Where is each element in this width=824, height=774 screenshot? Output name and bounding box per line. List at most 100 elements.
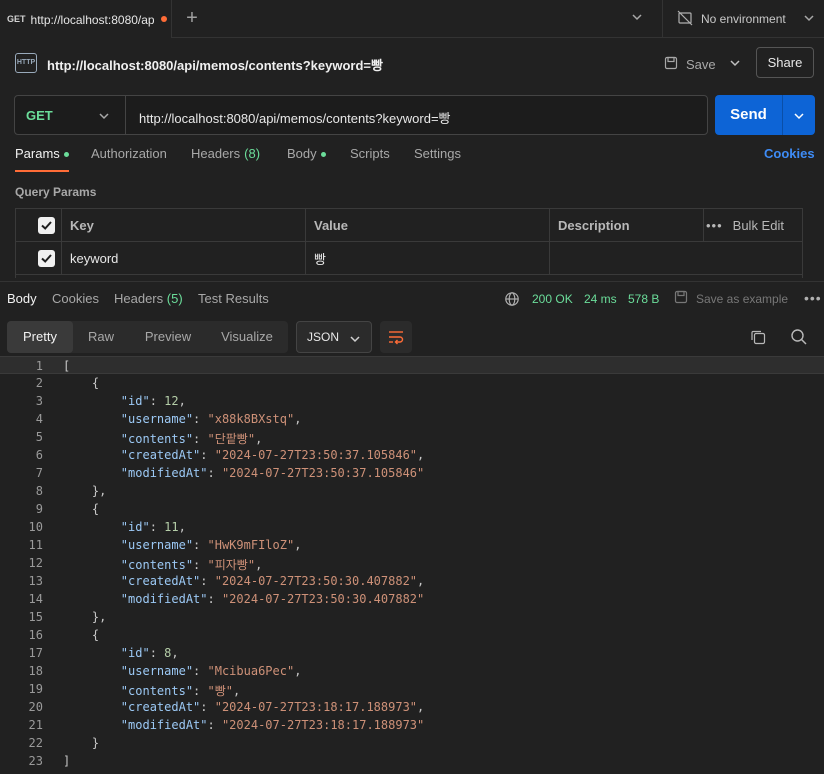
code-text: "contents": "단팥빵", [120,432,263,446]
tab-scripts[interactable]: Scripts [350,146,390,172]
json-key: "id" [120,520,150,534]
tab-params[interactable]: Params [15,146,69,172]
tab-settings-label: Settings [414,146,461,161]
json-key: "username" [120,412,194,426]
params-active-dot-icon [63,152,69,157]
tab-authorization[interactable]: Authorization [91,146,167,172]
code-text: "id": 11, [120,520,186,534]
code-line: 14 "modifiedAt": "2024-07-27T23:50:30.40… [0,590,824,608]
json-key: "modifiedAt" [120,718,208,732]
line-number: 1 [35,359,43,373]
save-button[interactable]: Save [664,53,716,75]
code-line: 5 "contents": "단팥빵", [0,428,824,446]
json-key: "createdAt" [120,574,201,588]
tab-body[interactable]: Body [287,146,326,172]
response-more-icon[interactable]: ••• [804,290,822,306]
code-line: 19 "contents": "빵", [0,680,824,698]
response-tab-headers-label: Headers [114,291,164,306]
line-number: 3 [35,394,43,408]
response-bar: Body Cookies Headers (5) Test Results 20… [0,281,824,315]
param-description[interactable] [550,242,802,274]
view-preview[interactable]: Preview [129,321,207,353]
code-line: 2 { [0,374,824,392]
code-line: 6 "createdAt": "2024-07-27T23:50:37.1058… [0,446,824,464]
json-value: "x88k8BXstq" [207,412,295,426]
environment-selector[interactable]: No environment [662,0,824,38]
code-text: }, [63,484,107,498]
response-tab-body[interactable]: Body [7,291,37,306]
response-tab-cookies[interactable]: Cookies [52,291,99,306]
format-select[interactable]: JSON [296,321,372,353]
line-number: 8 [35,484,43,498]
share-button[interactable]: Share [756,47,814,78]
json-key: "contents" [120,432,194,446]
code-text: "createdAt": "2024-07-27T23:50:37.105846… [120,448,425,462]
request-tab[interactable]: GET http://localhost:8080/api/memos/cont… [0,0,172,38]
http-icon: HTTP [15,53,37,73]
code-text: "username": "Mcibua6Pec", [120,664,302,678]
new-tab-plus-icon[interactable]: + [182,8,202,29]
response-tab-test-results[interactable]: Test Results [198,291,269,306]
code-text: "modifiedAt": "2024-07-27T23:50:30.40788… [120,592,425,606]
bulk-edit-button[interactable]: ••• Bulk Edit [706,209,784,241]
response-tab-headers[interactable]: Headers (5) [114,291,183,306]
response-body-viewer[interactable]: 1[2 {3 "id": 12, 4 "username": "x88k8BXst… [0,356,824,774]
tab-title: http://localhost:8080/api/memos/contents… [30,12,154,27]
search-icon[interactable] [790,328,808,349]
method-chevron-down-icon [97,109,111,126]
save-as-example-button[interactable]: Save as example [674,290,788,307]
format-chevron-down-icon [349,333,361,348]
line-number: 16 [28,628,43,642]
param-value[interactable]: 빵 [306,242,550,274]
save-label: Save [686,56,716,72]
send-chevron-down-icon[interactable] [792,109,806,126]
code-line: 1[ [0,356,824,374]
response-size[interactable]: 578 B [628,292,659,306]
save-chevron-down-icon[interactable] [728,56,742,73]
params-header-row: Key Value Description ••• Bulk Edit [16,209,802,242]
response-time[interactable]: 24 ms [584,292,617,306]
code-line: 8 }, [0,482,824,500]
tab-scripts-label: Scripts [350,146,390,161]
line-number: 23 [28,754,43,768]
line-number: 22 [28,736,43,750]
json-key: "username" [120,664,194,678]
tab-headers-count: (8) [244,146,261,161]
tab-headers-label: Headers [191,146,241,161]
globe-icon[interactable] [504,291,520,310]
param-checkbox[interactable] [38,249,55,267]
tab-headers[interactable]: Headers (8) [191,146,260,172]
code-line: 22 } [0,734,824,752]
description-column-header: Description [550,209,704,241]
view-pretty[interactable]: Pretty [7,321,73,353]
status-code[interactable]: 200 OK [532,292,573,306]
more-dots-icon: ••• [706,217,723,233]
param-key[interactable]: keyword [62,242,306,274]
code-text: "createdAt": "2024-07-27T23:18:17.188973… [120,700,425,714]
tab-settings[interactable]: Settings [414,146,461,172]
line-number: 9 [35,502,43,516]
url-input[interactable]: http://localhost:8080/api/memos/contents… [139,108,451,127]
line-number: 21 [28,718,43,732]
cookies-link[interactable]: Cookies [764,146,815,161]
send-button[interactable]: Send [715,95,815,135]
method-select[interactable]: GET [15,96,126,134]
request-name[interactable]: http://localhost:8080/api/memos/contents… [47,55,383,74]
view-visualize[interactable]: Visualize [207,321,287,353]
wrap-lines-button[interactable] [380,321,412,353]
bulk-edit-label: Bulk Edit [732,217,784,233]
view-raw[interactable]: Raw [73,321,129,353]
code-line: 21 "modifiedAt": "2024-07-27T23:18:17.18… [0,716,824,734]
code-line: 7 "modifiedAt": "2024-07-27T23:50:37.105… [0,464,824,482]
body-active-dot-icon [320,152,326,157]
select-all-checkbox[interactable] [38,216,55,234]
json-value: "피자빵" [207,558,256,572]
tabs-chevron-down-icon[interactable] [630,10,650,28]
line-number: 14 [28,592,43,606]
code-line: 16 { [0,626,824,644]
view-mode-group: Pretty Raw Preview Visualize [7,321,288,353]
line-number: 10 [28,520,43,534]
line-number: 6 [35,448,43,462]
response-toolbar: Pretty Raw Preview Visualize JSON [0,321,824,353]
copy-icon[interactable] [750,329,766,348]
